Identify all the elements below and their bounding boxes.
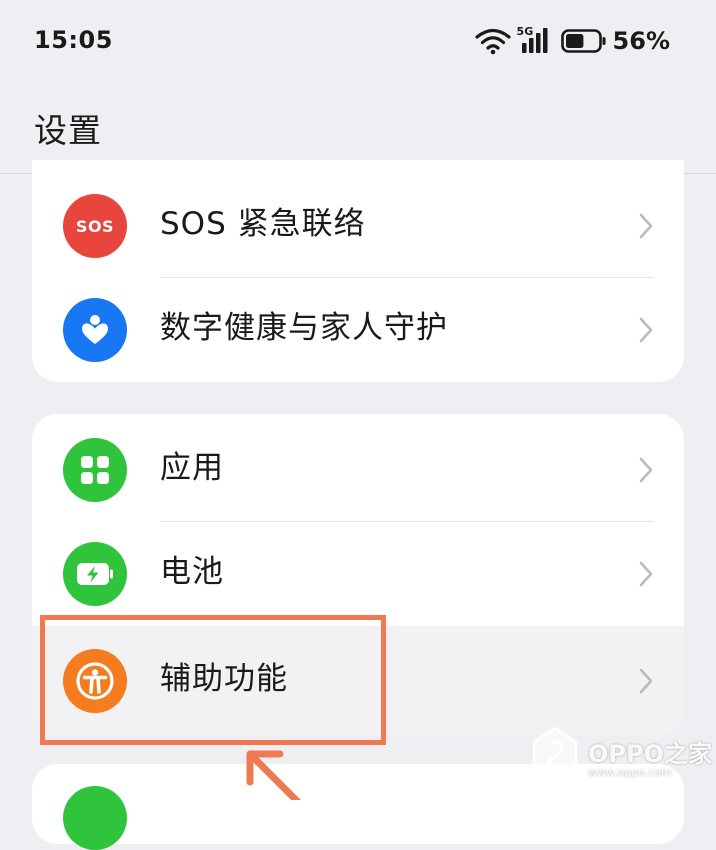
settings-group-safety: SOS SOS 紧急联络 数字健康与家人守护 xyxy=(32,160,684,382)
cellular-signal-icon: 5G xyxy=(517,26,553,56)
battery-icon xyxy=(560,29,607,53)
battery-charging-icon xyxy=(63,542,127,606)
annotation-highlight-box xyxy=(40,615,386,745)
watermark-url: www.oppo.com xyxy=(588,766,672,779)
settings-item-digital-wellbeing[interactable]: 数字健康与家人守护 xyxy=(32,278,684,382)
page-title: 设置 xyxy=(34,111,102,150)
watermark-logo-icon xyxy=(532,726,578,780)
settings-item-apps[interactable]: 应用 xyxy=(32,418,684,522)
status-bar: 15:05 5G 56% xyxy=(0,0,716,84)
settings-item-sos[interactable]: SOS SOS 紧急联络 xyxy=(32,174,684,278)
watermark: OPPO之家 www.oppo.com xyxy=(532,726,712,784)
chevron-right-icon xyxy=(639,561,653,587)
partial-item-icon xyxy=(63,786,127,850)
settings-item-battery[interactable]: 电池 xyxy=(32,522,684,626)
battery-percent: 56% xyxy=(612,27,670,55)
chevron-right-icon xyxy=(639,317,653,343)
status-icons: 5G 56% xyxy=(474,24,670,58)
sos-icon: SOS xyxy=(63,194,127,258)
settings-item-label: 应用 xyxy=(160,450,224,486)
sos-icon-text: SOS xyxy=(75,216,115,236)
status-time: 15:05 xyxy=(34,26,113,54)
chevron-right-icon xyxy=(639,457,653,483)
watermark-text: OPPO之家 xyxy=(588,740,712,768)
apps-grid-icon xyxy=(63,438,127,502)
heart-person-icon xyxy=(63,298,127,362)
settings-item-label: 电池 xyxy=(160,554,224,590)
chevron-right-icon xyxy=(639,213,653,239)
wifi-icon xyxy=(474,27,511,55)
chevron-right-icon xyxy=(639,668,653,694)
annotation-arrow-icon xyxy=(246,750,301,800)
settings-item-label: 数字健康与家人守护 xyxy=(160,310,448,346)
settings-item-label: SOS 紧急联络 xyxy=(160,206,366,242)
